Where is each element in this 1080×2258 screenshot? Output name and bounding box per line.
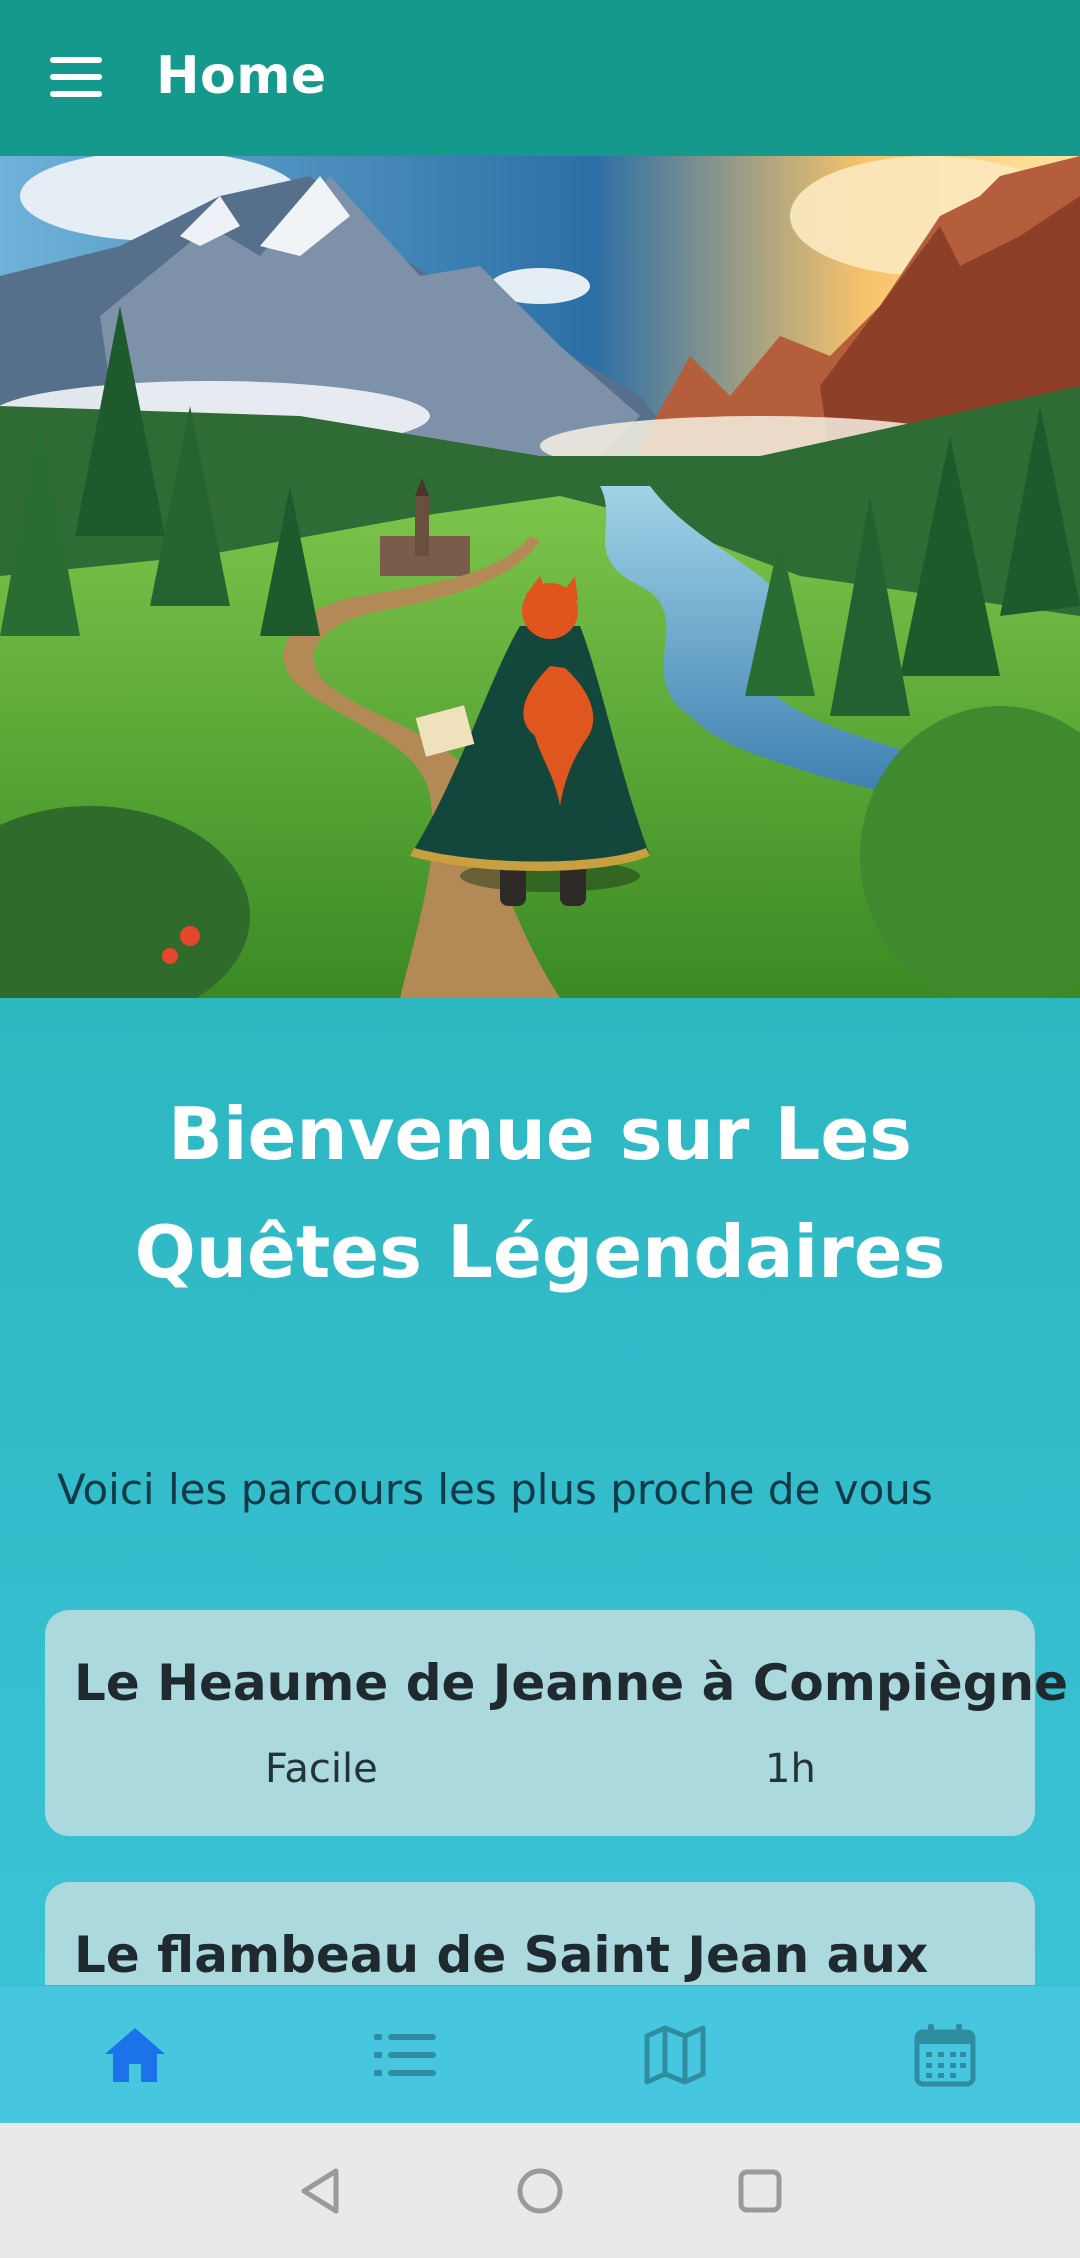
list-icon <box>374 2033 436 2076</box>
nav-list[interactable] <box>270 1986 540 2123</box>
welcome-title: Bienvenue sur Les Quêtes Légendaires <box>134 1092 946 1294</box>
hamburger-menu-icon[interactable] <box>50 57 102 97</box>
route-title: Le flambeau de Saint Jean aux <box>74 1926 929 1984</box>
home-icon <box>105 2027 165 2082</box>
bottom-navigation <box>0 1985 1080 2123</box>
route-title: Le Heaume de Jeanne à Compiègne <box>74 1654 1068 1712</box>
nav-home[interactable] <box>0 1986 270 2123</box>
nav-map[interactable] <box>540 1986 810 2123</box>
routes-subtitle: Voici les parcours les plus proche de vo… <box>57 1465 933 1514</box>
circle-home-icon <box>517 2168 563 2213</box>
nav-calendar[interactable] <box>810 1986 1080 2123</box>
route-card[interactable]: Le Heaume de Jeanne à Compiègne Facile 1… <box>45 1610 1068 1836</box>
recents-icon <box>738 2169 782 2212</box>
home-button[interactable] <box>505 2156 575 2226</box>
page-title: Home <box>156 46 327 106</box>
hero-image <box>0 156 1080 998</box>
back-button[interactable] <box>285 2156 355 2226</box>
route-difficulty: Facile <box>265 1746 378 1792</box>
system-navigation <box>0 2123 1080 2258</box>
app-bar: Home <box>0 0 1080 156</box>
recents-button[interactable] <box>725 2156 795 2226</box>
map-icon <box>644 2025 706 2084</box>
app-root: Home Bienvenue sur Les Quêtes Légendaire… <box>0 0 1080 2258</box>
route-duration: 1h <box>765 1746 816 1792</box>
back-icon <box>301 2168 339 2213</box>
calendar-icon <box>914 2023 976 2086</box>
